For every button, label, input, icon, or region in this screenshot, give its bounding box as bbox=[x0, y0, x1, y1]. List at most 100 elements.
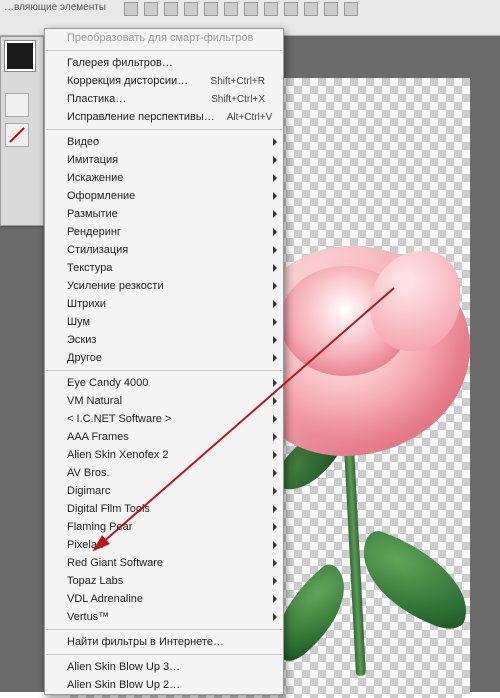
submenu-arrow-icon bbox=[273, 138, 277, 146]
menu-item-label: Eye Candy 4000 bbox=[67, 377, 148, 389]
menu-item-label: Преобразовать для смарт-фильтров bbox=[67, 32, 253, 44]
menu-item-коррекция-дисторсии[interactable]: Коррекция дисторсии…Shift+Ctrl+R bbox=[45, 72, 283, 90]
menu-item-topaz-labs[interactable]: Topaz Labs bbox=[45, 572, 283, 590]
align-icon[interactable] bbox=[264, 2, 278, 16]
menu-item-label: Topaz Labs bbox=[67, 575, 123, 587]
menu-item-пластика[interactable]: Пластика…Shift+Ctrl+X bbox=[45, 90, 283, 108]
menu-item-текстура[interactable]: Текстура bbox=[45, 259, 283, 277]
menu-item-vm-natural[interactable]: VM Natural bbox=[45, 392, 283, 410]
menu-item-label: AAA Frames bbox=[67, 431, 129, 443]
menu-item-label: Vertus™ bbox=[67, 611, 109, 623]
submenu-arrow-icon bbox=[273, 336, 277, 344]
menu-item-label: < I.C.NET Software > bbox=[67, 413, 171, 425]
submenu-arrow-icon bbox=[273, 469, 277, 477]
menu-item-имитация[interactable]: Имитация bbox=[45, 151, 283, 169]
menu-item-label: Текстура bbox=[67, 262, 112, 274]
align-icon[interactable] bbox=[324, 2, 338, 16]
menu-item-label: Исправление перспективы… bbox=[67, 111, 215, 123]
submenu-arrow-icon bbox=[273, 415, 277, 423]
menu-item-label: Digimarc bbox=[67, 485, 110, 497]
menu-separator bbox=[46, 129, 282, 130]
menu-item-label: Другое bbox=[67, 352, 102, 364]
menu-item-эскиз[interactable]: Эскиз bbox=[45, 331, 283, 349]
menu-item-av-bros[interactable]: AV Bros. bbox=[45, 464, 283, 482]
menu-item-digimarc[interactable]: Digimarc bbox=[45, 482, 283, 500]
align-icon[interactable] bbox=[284, 2, 298, 16]
menu-item-рендеринг[interactable]: Рендеринг bbox=[45, 223, 283, 241]
menu-item-label: Найти фильтры в Интернете… bbox=[67, 636, 224, 648]
menu-item-browse-online[interactable]: Найти фильтры в Интернете… bbox=[45, 633, 283, 651]
menu-item-red-giant-software[interactable]: Red Giant Software bbox=[45, 554, 283, 572]
align-icon[interactable] bbox=[204, 2, 218, 16]
submenu-arrow-icon bbox=[273, 577, 277, 585]
align-icon[interactable] bbox=[184, 2, 198, 16]
menu-item-pixelan[interactable]: Pixelan bbox=[45, 536, 283, 554]
menu-item-i-c-net-software[interactable]: < I.C.NET Software > bbox=[45, 410, 283, 428]
submenu-arrow-icon bbox=[273, 505, 277, 513]
submenu-arrow-icon bbox=[273, 451, 277, 459]
rose-stem bbox=[344, 446, 366, 676]
submenu-arrow-icon bbox=[273, 264, 277, 272]
submenu-arrow-icon bbox=[273, 192, 277, 200]
align-icon[interactable] bbox=[304, 2, 318, 16]
submenu-arrow-icon bbox=[273, 174, 277, 182]
menu-item-стилизация[interactable]: Стилизация bbox=[45, 241, 283, 259]
menu-item-label: Рендеринг bbox=[67, 226, 121, 238]
menu-item-eye-candy-4000[interactable]: Eye Candy 4000 bbox=[45, 374, 283, 392]
filter-menu: Преобразовать для смарт-фильтров Галерея… bbox=[44, 28, 284, 695]
menu-item-convert-smart: Преобразовать для смарт-фильтров bbox=[45, 29, 283, 47]
menu-item-исправление-перспективы[interactable]: Исправление перспективы…Alt+Ctrl+V bbox=[45, 108, 283, 126]
submenu-arrow-icon bbox=[273, 559, 277, 567]
submenu-arrow-icon bbox=[273, 354, 277, 362]
menu-item-label: Усиление резкости bbox=[67, 280, 164, 292]
menu-item-label: Стилизация bbox=[67, 244, 128, 256]
menu-item-digital-film-tools[interactable]: Digital Film Tools bbox=[45, 500, 283, 518]
rectangle-tool-icon[interactable] bbox=[5, 93, 29, 117]
menu-item-label: Искажение bbox=[67, 172, 123, 184]
menu-item-label: Digital Film Tools bbox=[67, 503, 150, 515]
foreground-color-swatch[interactable] bbox=[5, 41, 35, 71]
menu-item-усиление-резкости[interactable]: Усиление резкости bbox=[45, 277, 283, 295]
menu-item-label: Пластика… bbox=[67, 93, 126, 105]
submenu-arrow-icon bbox=[273, 379, 277, 387]
menu-item-галерея-фильтров[interactable]: Галерея фильтров… bbox=[45, 54, 283, 72]
menu-item-оформление[interactable]: Оформление bbox=[45, 187, 283, 205]
menu-item-label: Alien Skin Blow Up 2… bbox=[67, 679, 180, 691]
submenu-arrow-icon bbox=[273, 210, 277, 218]
menu-item-label: VM Natural bbox=[67, 395, 122, 407]
align-icon[interactable] bbox=[344, 2, 358, 16]
menu-item-vdl-adrenaline[interactable]: VDL Adrenaline bbox=[45, 590, 283, 608]
menubar-fragment-text: …вляющие элементы bbox=[4, 2, 106, 13]
submenu-arrow-icon bbox=[273, 487, 277, 495]
menu-item-видео[interactable]: Видео bbox=[45, 133, 283, 151]
menu-item-другое[interactable]: Другое bbox=[45, 349, 283, 367]
menu-item-label: Галерея фильтров… bbox=[67, 57, 173, 69]
menu-item-label: Имитация bbox=[67, 154, 118, 166]
menu-item-aaa-frames[interactable]: AAA Frames bbox=[45, 428, 283, 446]
menu-separator bbox=[46, 50, 282, 51]
menu-separator bbox=[46, 629, 282, 630]
menu-item-label: Размытие bbox=[67, 208, 118, 220]
menu-item-alien-skin-blow-up-2[interactable]: Alien Skin Blow Up 2… bbox=[45, 676, 283, 694]
align-icon[interactable] bbox=[124, 2, 138, 16]
no-stroke-icon[interactable] bbox=[5, 123, 29, 147]
menu-item-штрихи[interactable]: Штрихи bbox=[45, 295, 283, 313]
menu-item-искажение[interactable]: Искажение bbox=[45, 169, 283, 187]
menu-item-alien-skin-blow-up-3[interactable]: Alien Skin Blow Up 3… bbox=[45, 658, 283, 676]
menu-item-label: VDL Adrenaline bbox=[67, 593, 143, 605]
submenu-arrow-icon bbox=[273, 318, 277, 326]
menu-item-label: Red Giant Software bbox=[67, 557, 163, 569]
menu-item-label: Pixelan bbox=[67, 539, 103, 551]
menu-item-шум[interactable]: Шум bbox=[45, 313, 283, 331]
submenu-arrow-icon bbox=[273, 397, 277, 405]
menu-item-alien-skin-xenofex-2[interactable]: Alien Skin Xenofex 2 bbox=[45, 446, 283, 464]
menu-item-vertus[interactable]: Vertus™ bbox=[45, 608, 283, 626]
align-icon[interactable] bbox=[164, 2, 178, 16]
align-icon[interactable] bbox=[144, 2, 158, 16]
menu-item-label: Эскиз bbox=[67, 334, 96, 346]
menu-item-размытие[interactable]: Размытие bbox=[45, 205, 283, 223]
menu-item-flaming-pear[interactable]: Flaming Pear bbox=[45, 518, 283, 536]
menu-item-label: Видео bbox=[67, 136, 99, 148]
align-icon[interactable] bbox=[244, 2, 258, 16]
align-icon[interactable] bbox=[224, 2, 238, 16]
